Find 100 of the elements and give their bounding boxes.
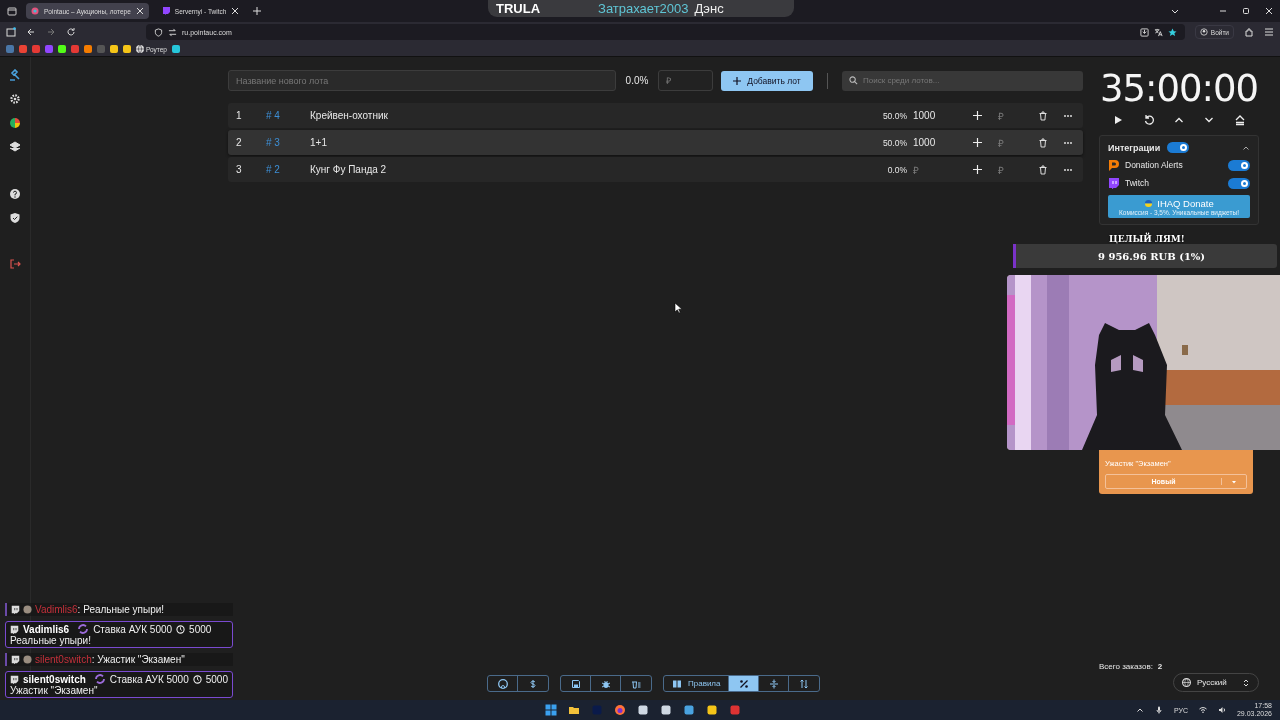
bookmark-icon[interactable] (58, 45, 66, 53)
bid-points: 5000 (205, 673, 228, 685)
lot-name-field[interactable]: Название нового лота (228, 70, 616, 91)
lot-row[interactable]: 2 # 3 1+1 50.0% 1000 ₽ (228, 130, 1083, 155)
plus-icon (733, 76, 742, 85)
translate-icon[interactable] (1153, 27, 1163, 37)
lot-id: # 4 (265, 110, 281, 121)
chat-text: Реальные упыри! (10, 635, 92, 646)
add-lot-button[interactable]: Добавить лот (721, 70, 813, 91)
windows-logo-icon[interactable] (545, 704, 557, 716)
lot-amount: 1000 (913, 110, 936, 121)
lot-index: 1 (236, 110, 243, 121)
lot-amount-placeholder: ₽ (913, 164, 919, 176)
menu-icon[interactable] (1264, 27, 1274, 37)
plus-icon[interactable] (973, 165, 982, 174)
lot-row[interactable]: 1 # 4 Крейвен-охотник 50.0% 1000 ₽ (228, 103, 1083, 128)
toggle-switch[interactable] (1228, 177, 1250, 189)
toggle-switch[interactable] (1167, 142, 1190, 153)
lot-index: 3 (236, 164, 243, 175)
sidebar-toggle-icon[interactable] (6, 27, 16, 37)
chat-username: Vadimlis6 (35, 604, 78, 615)
bookmark-icon[interactable] (84, 45, 92, 53)
plus-icon[interactable] (973, 111, 982, 120)
browser-app-icon[interactable] (614, 704, 626, 716)
save-icon (570, 678, 581, 689)
speaker-icon[interactable] (1217, 706, 1226, 714)
restore-icon[interactable] (1241, 6, 1251, 16)
back-icon[interactable] (26, 27, 36, 37)
lot-percent: 50.0% (881, 137, 907, 148)
reload-icon[interactable] (66, 27, 76, 37)
chat-username: Vadimlis6 (23, 623, 70, 635)
help-icon[interactable] (9, 188, 21, 200)
dollar-icon (528, 678, 538, 689)
plus-icon[interactable] (973, 138, 982, 147)
lot-id: # 3 (265, 137, 281, 148)
wifi-icon[interactable] (1198, 706, 1207, 714)
close-icon[interactable] (1264, 6, 1274, 16)
trash-icon[interactable] (1038, 164, 1048, 175)
pie-chart-icon[interactable] (9, 117, 21, 129)
layers-icon[interactable] (9, 141, 21, 153)
search-icon (849, 76, 858, 85)
twitch-logo-icon (11, 655, 20, 664)
trash-icon[interactable] (1038, 137, 1048, 148)
extensions-icon[interactable] (1244, 27, 1254, 37)
toggle-switch[interactable] (1228, 159, 1250, 171)
goal-amount: 9 956.96 RUB (1%) (1098, 250, 1206, 262)
flag-icon (1144, 199, 1154, 208)
orders-label: Всего заказов: (1099, 662, 1153, 671)
gavel-icon[interactable] (9, 69, 21, 81)
promo-title: IHAQ Donate (1144, 198, 1214, 209)
tab-list-icon[interactable] (6, 5, 18, 17)
timer: 35:00:00 (1099, 66, 1259, 112)
download-icon[interactable] (1139, 27, 1149, 37)
now-playing-title: Дэнс (694, 1, 724, 16)
account-icon (1199, 28, 1208, 36)
eject-icon[interactable] (1233, 114, 1246, 126)
chat-text: : Ужастик "Экзамен" (91, 654, 185, 665)
bookmark-icon[interactable] (19, 45, 27, 53)
star-icon[interactable] (1167, 27, 1177, 37)
chevron-up-icon[interactable] (1135, 706, 1144, 714)
close-icon[interactable] (231, 7, 240, 15)
lot-percent: 0.0% (886, 164, 907, 175)
bug-icon (600, 678, 611, 689)
donation-alerts-logo-icon (1108, 159, 1120, 171)
app-icon[interactable] (637, 704, 649, 716)
new-tab-icon[interactable] (252, 6, 263, 16)
trash-icon[interactable] (1038, 110, 1048, 121)
bookmark-icon[interactable] (172, 45, 180, 53)
select-arrows-icon (1242, 678, 1250, 687)
lot-id: # 2 (265, 164, 281, 175)
app-icon[interactable] (660, 704, 672, 716)
close-icon[interactable] (135, 7, 144, 15)
reset-icon[interactable] (1142, 114, 1155, 126)
now-playing-artist: Затрахает2003 (598, 1, 689, 16)
bookmark-icon[interactable] (123, 45, 131, 53)
tool-button[interactable] (729, 676, 760, 691)
divide-icon (769, 678, 779, 689)
clock-icon (176, 624, 186, 634)
twitch-logo-icon (1108, 177, 1120, 189)
microphone-icon[interactable] (1154, 706, 1163, 714)
bookmark-icon[interactable] (110, 45, 118, 53)
lot-row[interactable]: 3 # 2 Кунг Фу Панда 2 0.0% ₽ ₽ (228, 157, 1083, 182)
swap-icon (168, 27, 177, 37)
refresh-icon (93, 673, 106, 685)
app-icon[interactable] (706, 704, 718, 716)
logout-icon[interactable] (9, 258, 21, 270)
chat-username: silent0switch (35, 654, 92, 665)
new-lot-percent: 0.0% (624, 75, 650, 86)
chat-text: : Реальные упыри! (77, 604, 165, 615)
folder-icon[interactable] (568, 704, 580, 716)
bid-label: Ставка АУК 5000 (109, 673, 189, 685)
now-playing-logo: TRULA (496, 1, 541, 16)
twitch-logo-icon (10, 624, 19, 634)
forward-icon[interactable] (46, 27, 56, 37)
app-icon[interactable] (683, 704, 695, 716)
lot-amount-field[interactable]: ₽ (658, 70, 713, 91)
shield-icon[interactable] (9, 212, 21, 224)
twitch-logo-icon (161, 7, 170, 15)
goal-title: ЦЕЛЫЙ ЛЯМ! (1109, 234, 1186, 244)
settings-icon[interactable] (9, 93, 21, 105)
